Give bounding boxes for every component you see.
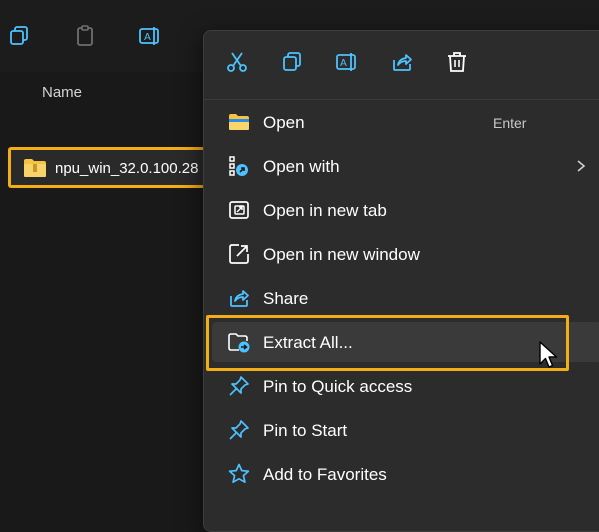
menu-item-label: Open bbox=[263, 113, 305, 132]
cut-icon bbox=[225, 50, 249, 79]
file-item-selected[interactable]: npu_win_32.0.100.28 bbox=[8, 147, 213, 188]
file-name: npu_win_32.0.100.28 bbox=[55, 160, 199, 177]
delete-icon bbox=[445, 50, 469, 79]
pin-icon bbox=[227, 374, 251, 398]
copy-icon bbox=[280, 50, 304, 79]
extract-all-highlight bbox=[206, 315, 569, 371]
new-window-icon bbox=[227, 242, 251, 266]
column-header-name[interactable]: Name bbox=[42, 84, 82, 101]
menu-item-label: Share bbox=[263, 289, 309, 308]
menu-item-open-with[interactable]: Open with bbox=[212, 146, 599, 186]
menu-item-share[interactable]: Share bbox=[212, 278, 599, 318]
svg-text:A: A bbox=[340, 58, 347, 69]
delete-button[interactable] bbox=[442, 49, 472, 79]
share-icon bbox=[227, 286, 251, 310]
rename-icon: A bbox=[335, 50, 359, 79]
zip-folder-icon bbox=[23, 158, 47, 178]
open-with-icon bbox=[227, 154, 251, 178]
menu-item-pin-quick-access[interactable]: Pin to Quick access bbox=[212, 366, 599, 406]
new-tab-icon bbox=[227, 198, 251, 222]
menu-item-label: Pin to Quick access bbox=[263, 377, 413, 396]
menu-item-add-favorites[interactable]: Add to Favorites bbox=[212, 454, 599, 494]
svg-text:A: A bbox=[144, 32, 151, 43]
copy-icon[interactable] bbox=[8, 24, 32, 48]
context-menu: A Open Enter Open with Open in new tab O… bbox=[203, 30, 599, 532]
cut-button[interactable] bbox=[222, 49, 252, 79]
menu-item-accelerator: Enter bbox=[493, 115, 527, 131]
menu-item-open[interactable]: Open Enter bbox=[212, 102, 599, 142]
menu-item-label: Open in new tab bbox=[263, 201, 387, 220]
folder-icon bbox=[227, 110, 251, 134]
menu-item-label: Open with bbox=[263, 157, 340, 176]
menu-item-label: Pin to Start bbox=[263, 421, 348, 440]
mouse-cursor-icon bbox=[538, 340, 560, 370]
star-icon bbox=[227, 462, 251, 486]
chevron-right-icon bbox=[574, 158, 588, 174]
copy-button[interactable] bbox=[277, 49, 307, 79]
pin-icon bbox=[227, 418, 251, 442]
share-button[interactable] bbox=[387, 49, 417, 79]
menu-item-pin-start[interactable]: Pin to Start bbox=[212, 410, 599, 450]
rename-icon[interactable]: A bbox=[138, 24, 162, 48]
menu-item-open-new-window[interactable]: Open in new window bbox=[212, 234, 599, 274]
paste-icon[interactable] bbox=[73, 24, 97, 48]
menu-item-label: Add to Favorites bbox=[263, 465, 387, 484]
context-menu-toolbar: A bbox=[204, 31, 599, 100]
menu-item-open-new-tab[interactable]: Open in new tab bbox=[212, 190, 599, 230]
rename-button[interactable]: A bbox=[332, 49, 362, 79]
share-icon bbox=[390, 50, 414, 79]
menu-item-label: Open in new window bbox=[263, 245, 420, 264]
